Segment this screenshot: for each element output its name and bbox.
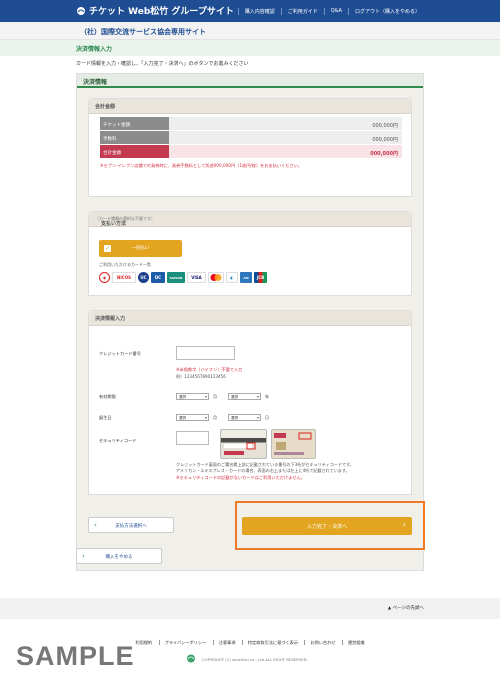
header-nav: 購入内容確認 ご利用ガイド Q&A ログアウト（購入をやめる）	[237, 8, 426, 15]
mastercard-logo	[208, 272, 224, 283]
copyright-text: COPYRIGHT (C) shochiku co., Ltd ALL RIGH…	[202, 656, 308, 662]
total-label: 合計金額	[100, 145, 169, 158]
security-note-2: アメリカン・エキスプレス・カードの場合、表面の右上または左上に4桁で記載されてい…	[176, 468, 350, 473]
payment-panel: 決済情報 合計金額 チケット金額 000,000円 手数料 000,000円 合…	[76, 73, 424, 571]
payment-method-title: 支払い方法	[101, 221, 127, 227]
page-top-link[interactable]: ▲ ページの先頭へ	[388, 605, 424, 611]
table-row: チケット金額 000,000円	[100, 117, 402, 131]
ticket-price-label: チケット金額	[100, 117, 169, 130]
cancel-purchase-button[interactable]: ‹ 購入をやめる	[76, 548, 162, 564]
nav-logout[interactable]: ログアウト（購入をやめる）	[347, 8, 426, 15]
card-back-example-image	[220, 429, 267, 459]
nav-faq[interactable]: Q&A	[323, 8, 348, 15]
footer-link-contact[interactable]: お問い合わせ	[304, 640, 341, 645]
instruction-text: カード情報を入力・確認し、「入力完了・決済へ」のボタンでお進みください	[76, 61, 249, 67]
footer-link-commerce-law[interactable]: 特定商取引法に基づく表示	[241, 640, 304, 645]
expiry-year-select[interactable]: 選択	[228, 393, 261, 400]
card-front-example-image	[271, 429, 316, 459]
cards-list-label: ご利用いただけるカード一覧	[99, 262, 151, 267]
visa-logo: VISA	[187, 272, 206, 283]
payment-method-header: 支払い方法 （カード種類の選択は不要です）	[89, 212, 411, 227]
amount-table: チケット金額 000,000円 手数料 000,000円 合計金額 000,00…	[100, 117, 402, 169]
nav-guide[interactable]: ご利用ガイド	[280, 8, 324, 15]
payment-input-header: 決済情報入力	[89, 311, 411, 326]
birthday-label: 誕生日	[99, 415, 112, 420]
card-number-label: クレジットカード番号	[99, 351, 141, 356]
ticket-price-value: 000,000円	[169, 117, 402, 130]
site-title: （社）国際交流サービス協会専用サイト	[80, 28, 206, 36]
footer-link-privacy[interactable]: プライバシーポリシー	[158, 640, 212, 645]
nav-purchase-confirm[interactable]: 購入内容確認	[237, 8, 281, 15]
cancel-purchase-label: 購入をやめる	[105, 555, 133, 560]
footer-copyright: COPYRIGHT (C) shochiku co., Ltd ALL RIGH…	[185, 654, 308, 664]
card-number-example: 例）1234567890123456	[176, 374, 226, 379]
submit-highlight-frame	[235, 501, 425, 550]
accepted-cards: ◉ NICOS UC DC SAISON VISA ◐ AM JCB	[99, 272, 267, 283]
payment-input-title: 決済情報入力	[95, 316, 126, 322]
logo-icon	[76, 6, 86, 16]
footer-bar: ▲ ページの先頭へ	[0, 598, 500, 619]
footer-link-organization[interactable]: 運営組織	[341, 640, 370, 645]
card-number-input[interactable]	[176, 346, 235, 360]
sample-watermark: SAMPLE	[16, 641, 135, 671]
footer-logo-icon	[185, 654, 197, 664]
site-title-bar: （社）国際交流サービス協会専用サイト	[0, 22, 500, 40]
payment-panel-title: 決済情報	[83, 79, 108, 86]
back-to-payment-method-label: 支払方法選択へ	[115, 524, 147, 529]
table-row: 合計金額 000,000円	[100, 145, 402, 159]
back-to-payment-method-button[interactable]: ‹ 支払方法選択へ	[88, 517, 174, 533]
payment-method-section: 支払い方法 （カード種類の選択は不要です） ✓ 一括払い ご利用いただけるカード一…	[88, 211, 412, 296]
fee-label: 手数料	[100, 131, 169, 144]
birth-day-unit: 日	[265, 415, 269, 420]
logo-text: チケット Web松竹 グループサイト	[89, 7, 234, 17]
page-title: 決済情報入力	[76, 46, 113, 53]
site-logo[interactable]: チケット Web松竹 グループサイト	[76, 4, 234, 17]
lump-sum-label: 一括払い	[131, 246, 150, 251]
payment-input-section: 決済情報入力 クレジットカード番号 ※半角数字（ハイフン）不要で入力 例）123…	[88, 310, 412, 495]
dc-logo: DC	[151, 272, 165, 283]
fee-value: 000,000円	[169, 131, 402, 144]
table-row: 手数料 000,000円	[100, 131, 402, 145]
issuing-fee-note: ※セブン-イレブン店舗での発券時に、発券手数料として別途000,000円（1枚円…	[100, 163, 303, 168]
footer-link-notes[interactable]: 注意事項	[212, 640, 241, 645]
saison-logo: SAISON	[167, 272, 185, 283]
expiry-label: 有効期限	[99, 394, 116, 399]
expiry-month-select[interactable]: 選択	[176, 393, 209, 400]
security-note-3: ※セキュリティコードの記載がないカードはご利用いただけません。	[176, 475, 305, 480]
amount-section: 合計金額 チケット金額 000,000円 手数料 000,000円 合計金額 0…	[88, 98, 412, 197]
security-code-label: セキュリティコード	[99, 438, 137, 443]
security-code-input[interactable]	[176, 431, 209, 445]
birth-month-select[interactable]: 選択	[176, 414, 209, 421]
brand-logo-icon: ◉	[99, 272, 110, 283]
nicos-logo: NICOS	[112, 272, 136, 283]
amount-section-header: 合計金額	[89, 99, 411, 114]
total-value: 000,000円	[169, 145, 402, 158]
amex-logo: AM	[240, 272, 252, 283]
birth-month-unit: 月	[213, 415, 217, 420]
payment-panel-header: 決済情報	[77, 74, 423, 88]
amount-section-title: 合計金額	[95, 104, 116, 110]
expiry-year-unit: 年	[265, 394, 269, 399]
page-title-bar: 決済情報入力	[0, 40, 500, 56]
jcb-logo: JCB	[254, 272, 267, 283]
uc-logo: UC	[138, 272, 149, 283]
diners-logo: ◐	[226, 272, 238, 283]
global-header: チケット Web松竹 グループサイト 購入内容確認 ご利用ガイド Q&A ログア…	[0, 0, 500, 22]
lump-sum-option[interactable]: ✓ 一括払い	[99, 240, 182, 257]
expiry-month-unit: 月	[213, 394, 217, 399]
birth-day-select[interactable]: 選択	[228, 414, 261, 421]
